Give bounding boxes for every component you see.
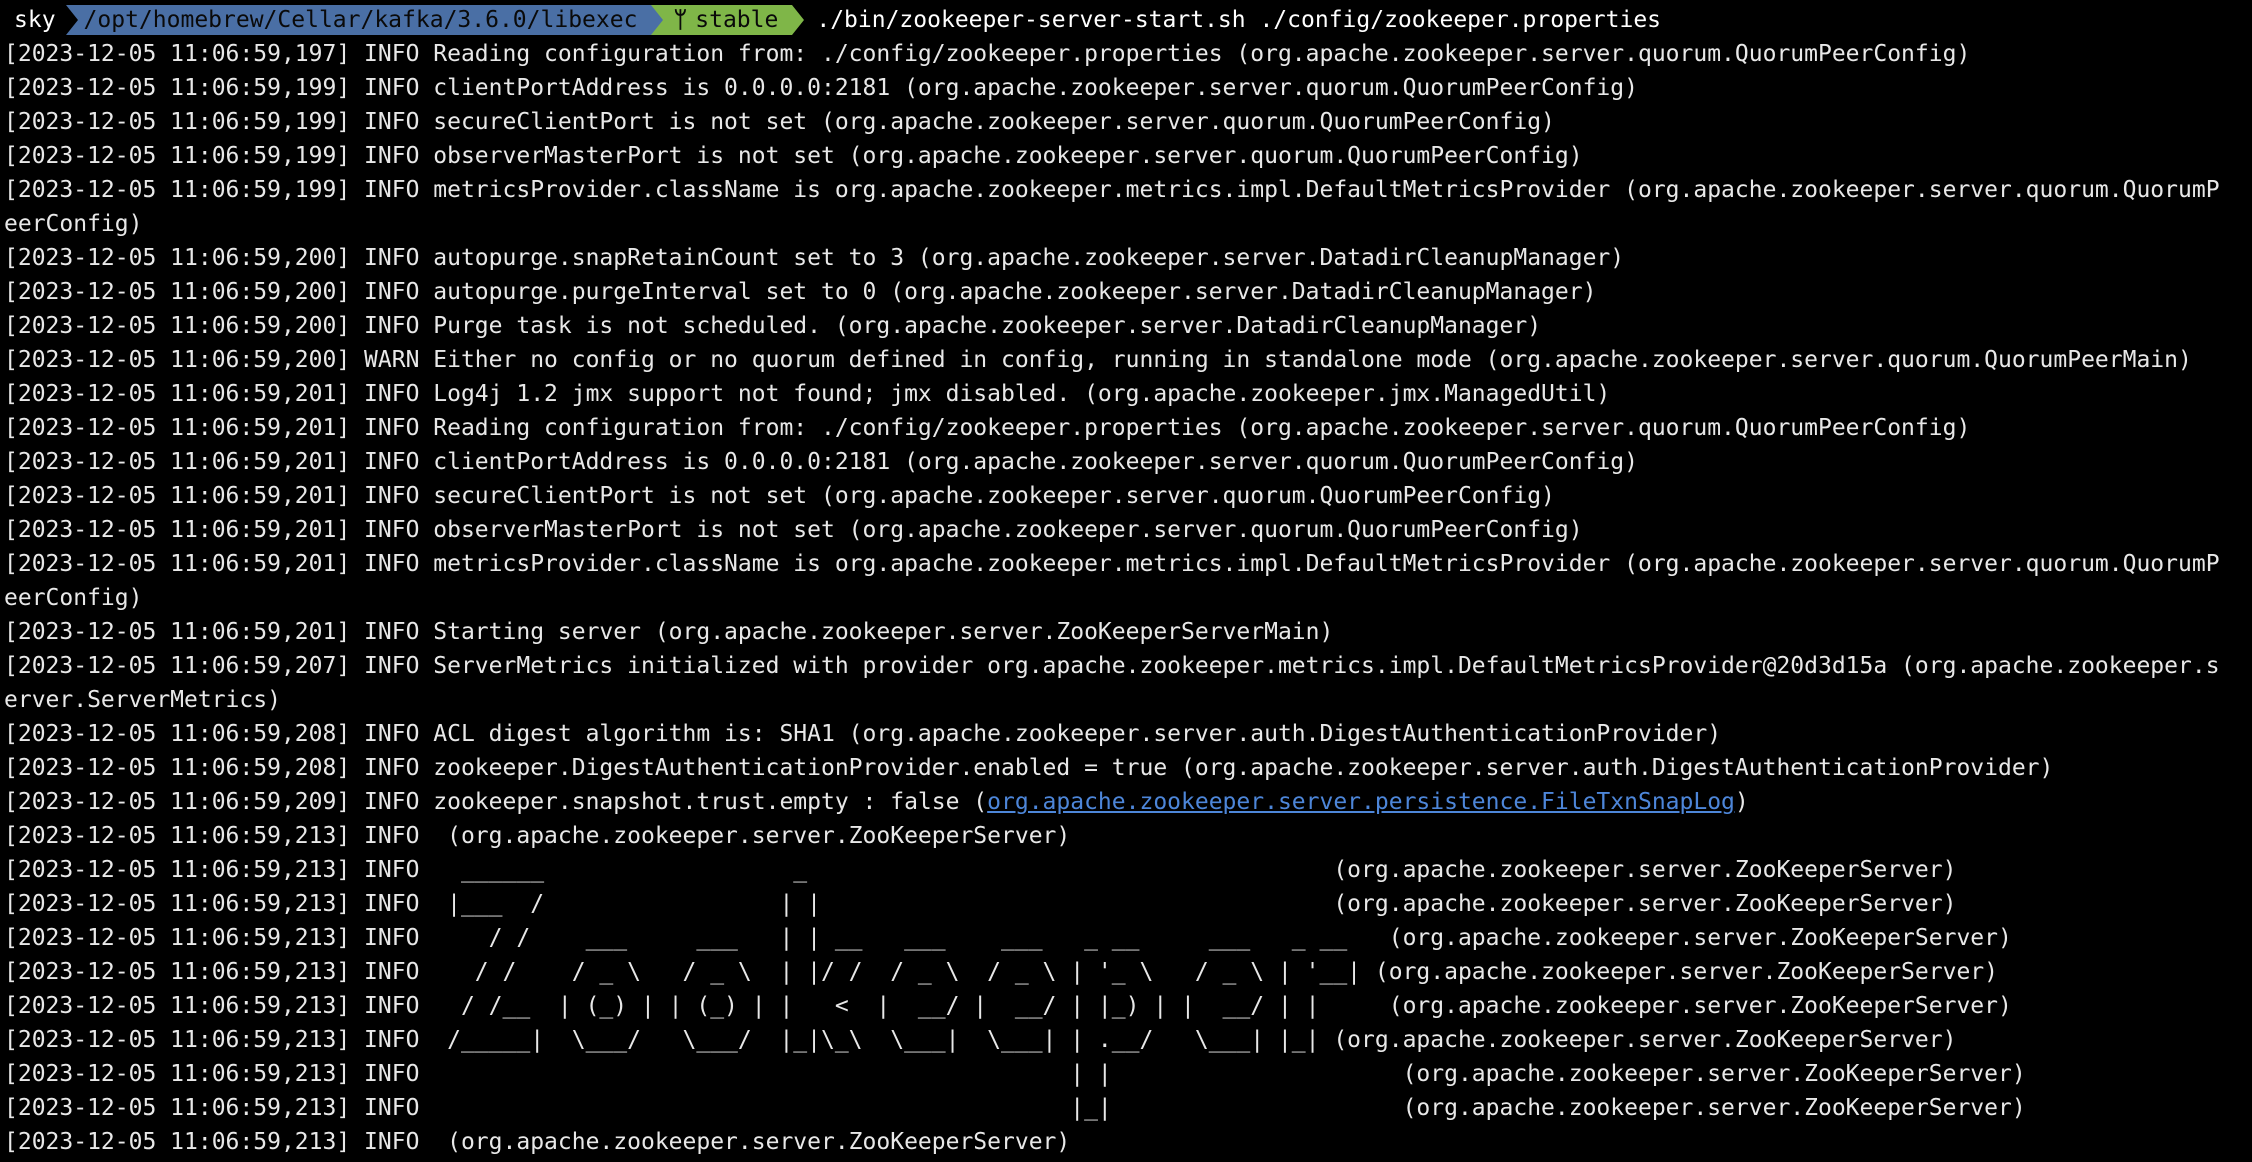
log-line: [2023-12-05 11:06:59,213] INFO |_| (org.… <box>4 1091 2252 1125</box>
log-line: [2023-12-05 11:06:59,201] INFO secureCli… <box>4 479 2252 513</box>
log-line-text: eerConfig) <box>4 585 143 611</box>
log-line: [2023-12-05 11:06:59,213] INFO / / ___ _… <box>4 921 2252 955</box>
log-line-text: [2023-12-05 11:06:59,209] INFO zookeeper… <box>4 789 988 815</box>
log-line-text: [2023-12-05 11:06:59,213] INFO / / ___ _… <box>4 925 2012 951</box>
log-line-text: [2023-12-05 11:06:59,213] INFO /_____| \… <box>4 1027 1957 1053</box>
log-line-text: [2023-12-05 11:06:59,213] INFO (org.apac… <box>4 823 1071 849</box>
log-line: eerConfig) <box>4 207 2252 241</box>
log-line-text: [2023-12-05 11:06:59,207] INFO ServerMet… <box>4 653 2220 679</box>
log-line-text: [2023-12-05 11:06:59,213] INFO / /__ | (… <box>4 993 2012 1019</box>
log-line-text: [2023-12-05 11:06:59,201] INFO clientPor… <box>4 449 1638 475</box>
log-line-text: [2023-12-05 11:06:59,213] INFO / / / _ \… <box>4 959 1998 985</box>
log-line: [2023-12-05 11:06:59,201] INFO observerM… <box>4 513 2252 547</box>
log-line-text: [2023-12-05 11:06:59,201] INFO Log4j 1.2… <box>4 381 1611 407</box>
log-line: [2023-12-05 11:06:59,200] WARN Either no… <box>4 343 2252 377</box>
git-branch-icon: ᛘ <box>673 7 688 33</box>
log-line-text: [2023-12-05 11:06:59,199] INFO clientPor… <box>4 75 1638 101</box>
log-line: [2023-12-05 11:06:59,213] INFO ______ _ … <box>4 853 2252 887</box>
log-line: [2023-12-05 11:06:59,213] INFO |___ / | … <box>4 887 2252 921</box>
log-line-text: eerConfig) <box>4 211 143 237</box>
log-line: [2023-12-05 11:06:59,197] INFO Reading c… <box>4 37 2252 71</box>
log-line-text: [2023-12-05 11:06:59,197] INFO Reading c… <box>4 41 1971 67</box>
prompt-path: /opt/homebrew/Cellar/kafka/3.6.0/libexec <box>65 5 664 35</box>
log-line: [2023-12-05 11:06:59,200] INFO Purge tas… <box>4 309 2252 343</box>
log-line-text: [2023-12-05 11:06:59,199] INFO observerM… <box>4 143 1583 169</box>
log-line-text: [2023-12-05 11:06:59,208] INFO zookeeper… <box>4 755 2054 781</box>
log-line: [2023-12-05 11:06:59,208] INFO ACL diges… <box>4 717 2252 751</box>
log-line-suffix: ) <box>1734 789 1749 815</box>
prompt-branch-segment: ᛘ stable <box>651 5 805 35</box>
log-line: [2023-12-05 11:06:59,201] INFO Starting … <box>4 615 2252 649</box>
log-line-text: [2023-12-05 11:06:59,201] INFO secureCli… <box>4 483 1555 509</box>
log-line: eerConfig) <box>4 581 2252 615</box>
log-line-text: [2023-12-05 11:06:59,201] INFO Reading c… <box>4 415 1971 441</box>
log-line: [2023-12-05 11:06:59,199] INFO clientPor… <box>4 71 2252 105</box>
log-line-text: [2023-12-05 11:06:59,213] INFO |___ / | … <box>4 891 1957 917</box>
log-line: [2023-12-05 11:06:59,199] INFO metricsPr… <box>4 173 2252 207</box>
log-line: erver.ServerMetrics) <box>4 683 2252 717</box>
log-line-text: [2023-12-05 11:06:59,199] INFO metricsPr… <box>4 177 2220 203</box>
terminal-window[interactable]: sky /opt/homebrew/Cellar/kafka/3.6.0/lib… <box>0 0 2252 1162</box>
log-class-link[interactable]: org.apache.zookeeper.server.persistence.… <box>987 789 1735 815</box>
log-line: [2023-12-05 11:06:59,201] INFO Reading c… <box>4 411 2252 445</box>
log-line-text: [2023-12-05 11:06:59,200] INFO Purge tas… <box>4 313 1542 339</box>
log-line: [2023-12-05 11:06:59,213] INFO / /__ | (… <box>4 989 2252 1023</box>
log-line: [2023-12-05 11:06:59,200] INFO autopurge… <box>4 241 2252 275</box>
log-line: [2023-12-05 11:06:59,199] INFO secureCli… <box>4 105 2252 139</box>
log-line-text: [2023-12-05 11:06:59,213] INFO |_| (org.… <box>4 1095 2026 1121</box>
log-line: [2023-12-05 11:06:59,201] INFO metricsPr… <box>4 547 2252 581</box>
log-line: [2023-12-05 11:06:59,201] INFO clientPor… <box>4 445 2252 479</box>
log-line: [2023-12-05 11:06:59,200] INFO autopurge… <box>4 275 2252 309</box>
prompt-user: sky <box>4 5 66 35</box>
log-line-text: [2023-12-05 11:06:59,201] INFO Starting … <box>4 619 1334 645</box>
prompt-branch-name: stable <box>695 7 779 33</box>
log-line-text: [2023-12-05 11:06:59,200] INFO autopurge… <box>4 279 1597 305</box>
log-line: [2023-12-05 11:06:59,213] INFO (org.apac… <box>4 1125 2252 1159</box>
log-line-text: [2023-12-05 11:06:59,201] INFO metricsPr… <box>4 551 2220 577</box>
log-output: [2023-12-05 11:06:59,197] INFO Reading c… <box>4 37 2252 1159</box>
log-line-text: [2023-12-05 11:06:59,200] INFO autopurge… <box>4 245 1625 271</box>
log-line: [2023-12-05 11:06:59,213] INFO / / / _ \… <box>4 955 2252 989</box>
shell-prompt: sky /opt/homebrew/Cellar/kafka/3.6.0/lib… <box>4 3 2252 37</box>
log-line-text: erver.ServerMetrics) <box>4 687 281 713</box>
log-line: [2023-12-05 11:06:59,201] INFO Log4j 1.2… <box>4 377 2252 411</box>
log-line: [2023-12-05 11:06:59,207] INFO ServerMet… <box>4 649 2252 683</box>
log-line: [2023-12-05 11:06:59,213] INFO | | (org.… <box>4 1057 2252 1091</box>
log-line-text: [2023-12-05 11:06:59,213] INFO | | (org.… <box>4 1061 2026 1087</box>
log-line-text: [2023-12-05 11:06:59,200] WARN Either no… <box>4 347 2192 373</box>
log-line-text: [2023-12-05 11:06:59,199] INFO secureCli… <box>4 109 1555 135</box>
log-line-text: [2023-12-05 11:06:59,201] INFO observerM… <box>4 517 1583 543</box>
log-line-text: [2023-12-05 11:06:59,208] INFO ACL diges… <box>4 721 1722 747</box>
log-line: [2023-12-05 11:06:59,208] INFO zookeeper… <box>4 751 2252 785</box>
log-line: [2023-12-05 11:06:59,213] INFO (org.apac… <box>4 819 2252 853</box>
log-line: [2023-12-05 11:06:59,213] INFO /_____| \… <box>4 1023 2252 1057</box>
log-line: [2023-12-05 11:06:59,209] INFO zookeeper… <box>4 785 2252 819</box>
prompt-command: ./bin/zookeeper-server-start.sh ./config… <box>816 7 1662 33</box>
log-line: [2023-12-05 11:06:59,199] INFO observerM… <box>4 139 2252 173</box>
log-line-text: [2023-12-05 11:06:59,213] INFO (org.apac… <box>4 1129 1071 1155</box>
log-line-text: [2023-12-05 11:06:59,213] INFO ______ _ … <box>4 857 1957 883</box>
